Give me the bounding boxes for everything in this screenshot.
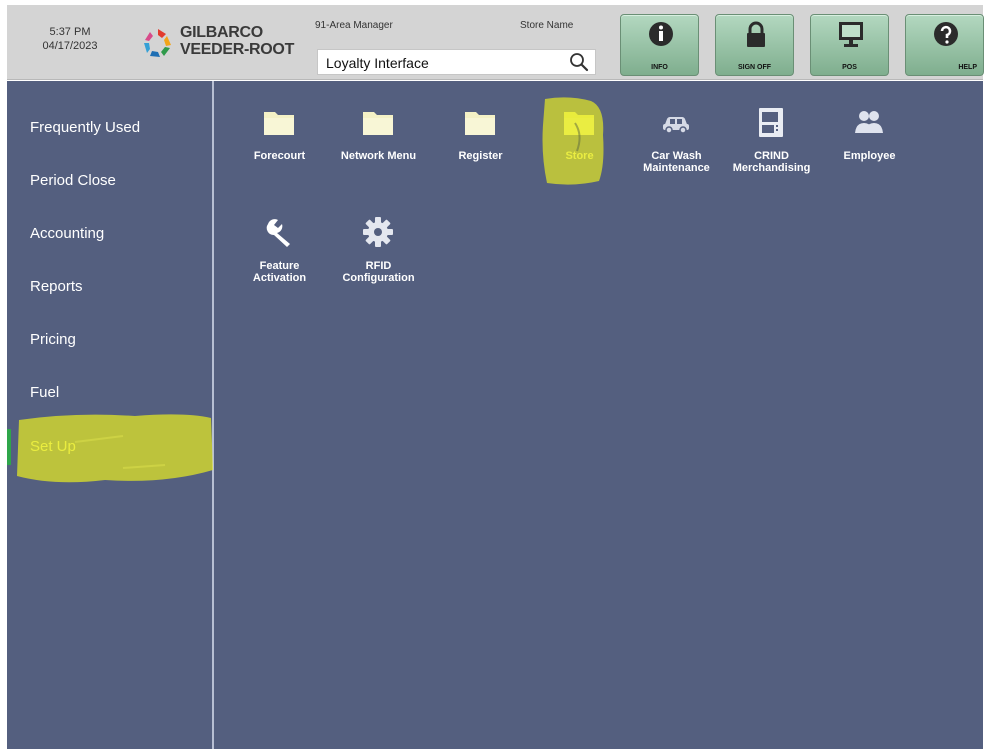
sidebar-item-reports[interactable]: Reports <box>7 267 212 307</box>
info-icon <box>649 22 673 46</box>
tile-label: CRIND Merchandising <box>732 150 811 174</box>
question-icon <box>934 22 958 46</box>
help-button[interactable]: HELP <box>905 14 984 76</box>
tile-network-menu[interactable]: Network Menu <box>331 105 426 191</box>
sidebar: Frequently Used Period Close Accounting … <box>7 81 212 749</box>
date-text: 04/17/2023 <box>42 40 98 52</box>
pos-button[interactable]: POS <box>810 14 889 76</box>
logo-mark-icon <box>144 29 171 57</box>
tile-label: Store <box>565 150 594 162</box>
brand-line1: GILBARCO <box>180 24 263 41</box>
app-window: 5:37 PM 04/17/2023 GILBARCO VEEDER-ROOT … <box>7 5 984 749</box>
gilbarco-logo: GILBARCO VEEDER-ROOT <box>140 21 315 65</box>
lock-icon <box>747 21 765 47</box>
search-input[interactable]: Loyalty Interface <box>317 49 596 75</box>
people-icon <box>855 111 883 133</box>
tile-rfid-configuration[interactable]: RFID Configuration <box>331 215 426 301</box>
sign-off-label: SIGN OFF <box>737 64 772 71</box>
sidebar-item-label: Fuel <box>30 384 60 401</box>
info-button[interactable]: INFO <box>620 14 699 76</box>
tile-store[interactable]: Store <box>532 105 627 191</box>
sidebar-item-label: Pricing <box>30 331 76 348</box>
sidebar-item-period-close[interactable]: Period Close <box>7 161 212 201</box>
wrench-icon <box>266 219 290 247</box>
car-icon <box>663 117 689 134</box>
clock: 5:37 PM 04/17/2023 <box>29 25 111 53</box>
search-icon[interactable] <box>569 52 589 72</box>
sidebar-item-label: Reports <box>30 278 83 295</box>
sidebar-item-frequently-used[interactable]: Frequently Used <box>7 108 212 148</box>
tile-crind-merchandising[interactable]: CRIND Merchandising <box>724 105 819 191</box>
tile-label: Car Wash Maintenance <box>643 150 710 174</box>
logo-text: GILBARCO VEEDER-ROOT <box>180 24 294 58</box>
tile-label: Forecourt <box>253 150 306 162</box>
sidebar-item-accounting[interactable]: Accounting <box>7 214 212 254</box>
tile-label: RFID Configuration <box>342 260 415 284</box>
sidebar-item-label: Period Close <box>30 172 116 189</box>
tile-label: Register <box>458 150 503 162</box>
info-label: INFO <box>651 64 668 71</box>
folder-icon <box>363 112 393 135</box>
brand-line2: VEEDER-ROOT <box>180 41 295 58</box>
tile-register[interactable]: Register <box>433 105 528 191</box>
tile-label: Network Menu <box>340 150 417 162</box>
store-name-label: Store Name <box>520 20 574 31</box>
tile-employee[interactable]: Employee <box>822 105 917 191</box>
sidebar-item-label: Frequently Used <box>30 119 141 136</box>
user-role: 91-Area Manager <box>315 20 393 31</box>
help-label: HELP <box>958 64 977 71</box>
active-indicator <box>7 429 11 465</box>
header-bar: 5:37 PM 04/17/2023 GILBARCO VEEDER-ROOT … <box>7 5 984 80</box>
sidebar-item-fuel[interactable]: Fuel <box>7 373 212 413</box>
tile-forecourt[interactable]: Forecourt <box>232 105 327 191</box>
sign-off-button[interactable]: SIGN OFF <box>715 14 794 76</box>
time-text: 5:37 PM <box>49 26 91 38</box>
pos-label: POS <box>842 64 857 71</box>
sidebar-item-label: Accounting <box>30 225 105 242</box>
sidebar-item-label: Set Up <box>30 438 76 455</box>
tile-car-wash-maintenance[interactable]: Car Wash Maintenance <box>629 105 724 191</box>
monitor-icon <box>839 22 863 47</box>
dispenser-icon <box>759 108 783 137</box>
sidebar-item-setup[interactable]: Set Up <box>7 427 212 467</box>
tile-label: Feature Activation <box>252 260 307 284</box>
folder-icon <box>465 112 495 135</box>
tile-label: Employee <box>843 150 896 162</box>
folder-icon <box>564 112 594 135</box>
tile-feature-activation[interactable]: Feature Activation <box>232 215 327 301</box>
gear-icon <box>363 217 393 247</box>
sidebar-item-pricing[interactable]: Pricing <box>7 320 212 360</box>
folder-icon <box>264 112 294 135</box>
main-panel: Forecourt Network Menu Register Store Ca… <box>214 81 983 749</box>
search-value: Loyalty Interface <box>326 55 429 71</box>
